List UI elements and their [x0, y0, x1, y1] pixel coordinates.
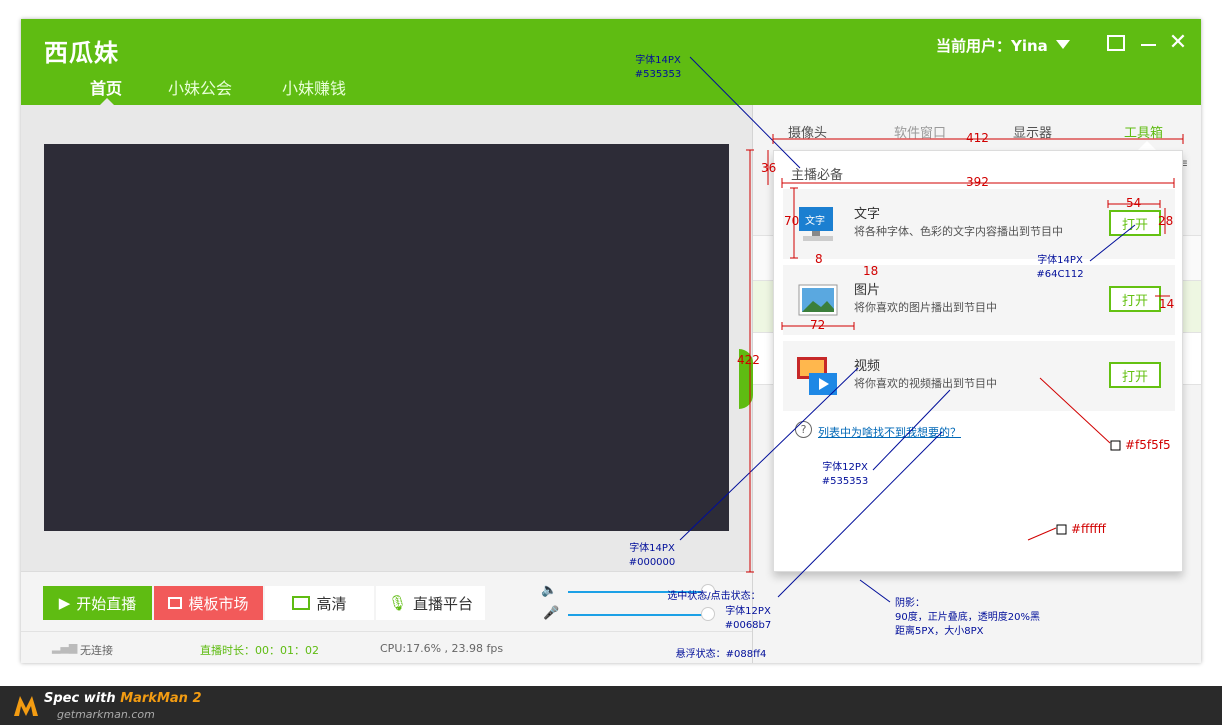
dim-8: 8 [815, 252, 823, 266]
close-icon[interactable]: ✕ [1167, 32, 1189, 55]
video-preview [44, 144, 729, 531]
svg-text:文字: 文字 [805, 214, 825, 227]
nav-tab-guild[interactable]: 小妹公会 [168, 75, 232, 99]
minimize-icon[interactable] [1139, 33, 1161, 55]
annotation-hover-state: 悬浮状态：#088ff4 [675, 649, 767, 660]
annotation-link-font: 字体12PX #0068b7 [724, 606, 772, 631]
template-market-button[interactable]: 模板市场 [154, 586, 263, 620]
image-icon [798, 284, 838, 316]
nav-tab-earn[interactable]: 小妹赚钱 [282, 75, 346, 99]
dim-14: 14 [1159, 297, 1175, 311]
dim-18: 18 [863, 264, 879, 278]
hd-label: 高清 [316, 594, 347, 613]
dim-412: 412 [966, 131, 989, 145]
tv-icon [168, 597, 183, 609]
start-live-label: 开始直播 [76, 594, 137, 613]
dim-392: 392 [966, 175, 989, 189]
annotation-bg-gray: #f5f5f5 [1125, 438, 1171, 452]
open-image-button[interactable]: 打开 [1109, 286, 1161, 312]
dim-36: 36 [761, 161, 777, 175]
current-user[interactable]: 当前用户：Yina [936, 35, 1048, 56]
screen-icon [292, 596, 311, 610]
item-name-video: 视频 [854, 359, 881, 374]
start-live-button[interactable]: ▶ 开始直播 [43, 586, 152, 620]
dim-28: 28 [1158, 214, 1174, 228]
speaker-icon[interactable]: 🔈 [541, 583, 557, 598]
dim-72: 72 [810, 318, 826, 332]
annotation-desc-font: 字体12PX #535353 [821, 462, 869, 487]
play-icon: ▶ [58, 594, 71, 612]
status-bar: ▂▄▆ 无连接 直播时长：00：01：02 CPU:17.6% , 23.98 … [21, 631, 752, 663]
annotation-shadow: 阴影： 90度，正片叠底，透明度20%黑 距离5PX，大小8PX [895, 598, 1040, 637]
list-item-image: 图片 将你喜欢的图片播出到节目中 打开 [783, 265, 1175, 335]
list-item-text: 文字 文字 将各种字体、色彩的文字内容播出到节目中 打开 [783, 189, 1175, 259]
annotation-button-font: 字体14PX #64C112 [1036, 255, 1084, 280]
bottom-toolbar: ▶ 开始直播 模板市场 高清 🎙 直播平台 🔈 🎤 [21, 571, 752, 631]
toolbox-popup: 主播必备 文字 文字 将各种字体、色彩的文字内容播出到节目中 打开 图片 将你喜… [773, 150, 1183, 572]
item-desc-text: 将各种字体、色彩的文字内容播出到节目中 [854, 225, 1063, 238]
annotation-bg-white: #ffffff [1071, 522, 1106, 536]
markman-brand: Spec with MarkMan 2 [44, 691, 202, 706]
item-desc-video: 将你喜欢的视频播出到节目中 [854, 377, 997, 390]
item-name-text: 文字 [854, 207, 881, 222]
open-text-button[interactable]: 打开 [1109, 210, 1161, 236]
open-video-button[interactable]: 打开 [1109, 362, 1161, 388]
help-icon: ? [795, 421, 812, 438]
maximize-icon[interactable] [1107, 35, 1125, 51]
header-bar: 西瓜妹 首页 小妹公会 小妹赚钱 当前用户：Yina ✕ [21, 19, 1201, 105]
annotation-title-font: 字体14PX #535353 [634, 55, 682, 80]
dim-54: 54 [1126, 196, 1142, 210]
popup-title: 主播必备 [791, 168, 844, 183]
live-platform-button[interactable]: 🎙 直播平台 [376, 586, 485, 620]
item-desc-image: 将你喜欢的图片播出到节目中 [854, 301, 997, 314]
live-duration: 直播时长：00：01：02 [200, 644, 319, 657]
microphone-icon[interactable]: 🎤 [543, 606, 559, 621]
signal-icon: ▂▄▆ [52, 641, 78, 654]
list-item-video: 视频 将你喜欢的视频播出到节目中 打开 [783, 341, 1175, 411]
mic-volume-slider[interactable] [568, 614, 708, 616]
app-logo: 西瓜妹 [44, 39, 119, 67]
markman-footer: Spec with MarkMan 2 getmarkman.com [0, 686, 1222, 725]
tab-software-window[interactable]: 软件窗口 [894, 122, 946, 141]
item-name-image: 图片 [854, 283, 881, 298]
markman-logo-icon [14, 696, 38, 716]
tab-toolbox[interactable]: 工具箱 [1124, 122, 1163, 141]
user-dropdown-icon[interactable] [1056, 40, 1070, 49]
template-market-label: 模板市场 [188, 594, 249, 613]
live-platform-label: 直播平台 [413, 594, 474, 613]
nav-active-caret [100, 98, 114, 105]
dim-422: 422 [737, 353, 760, 367]
tab-camera[interactable]: 摄像头 [788, 122, 827, 141]
hd-button[interactable]: 高清 [265, 586, 374, 620]
markman-url: getmarkman.com [57, 708, 155, 721]
text-monitor-icon: 文字 [799, 207, 833, 241]
video-icon [797, 357, 837, 395]
dim-70: 70 [784, 214, 800, 228]
tab-display[interactable]: 显示器 [1013, 122, 1052, 141]
annotation-selected-state: 选中状态/点击状态： [667, 591, 761, 602]
help-link[interactable]: 列表中为啥找不到我想要的？ [818, 424, 961, 440]
mic-icon: 🎙 [387, 594, 408, 612]
nav-tab-home[interactable]: 首页 [90, 75, 122, 99]
annotation-name-font: 字体14PX #000000 [628, 543, 676, 568]
connection-status: 无连接 [80, 644, 113, 657]
cpu-fps: CPU:17.6% , 23.98 fps [380, 642, 504, 655]
